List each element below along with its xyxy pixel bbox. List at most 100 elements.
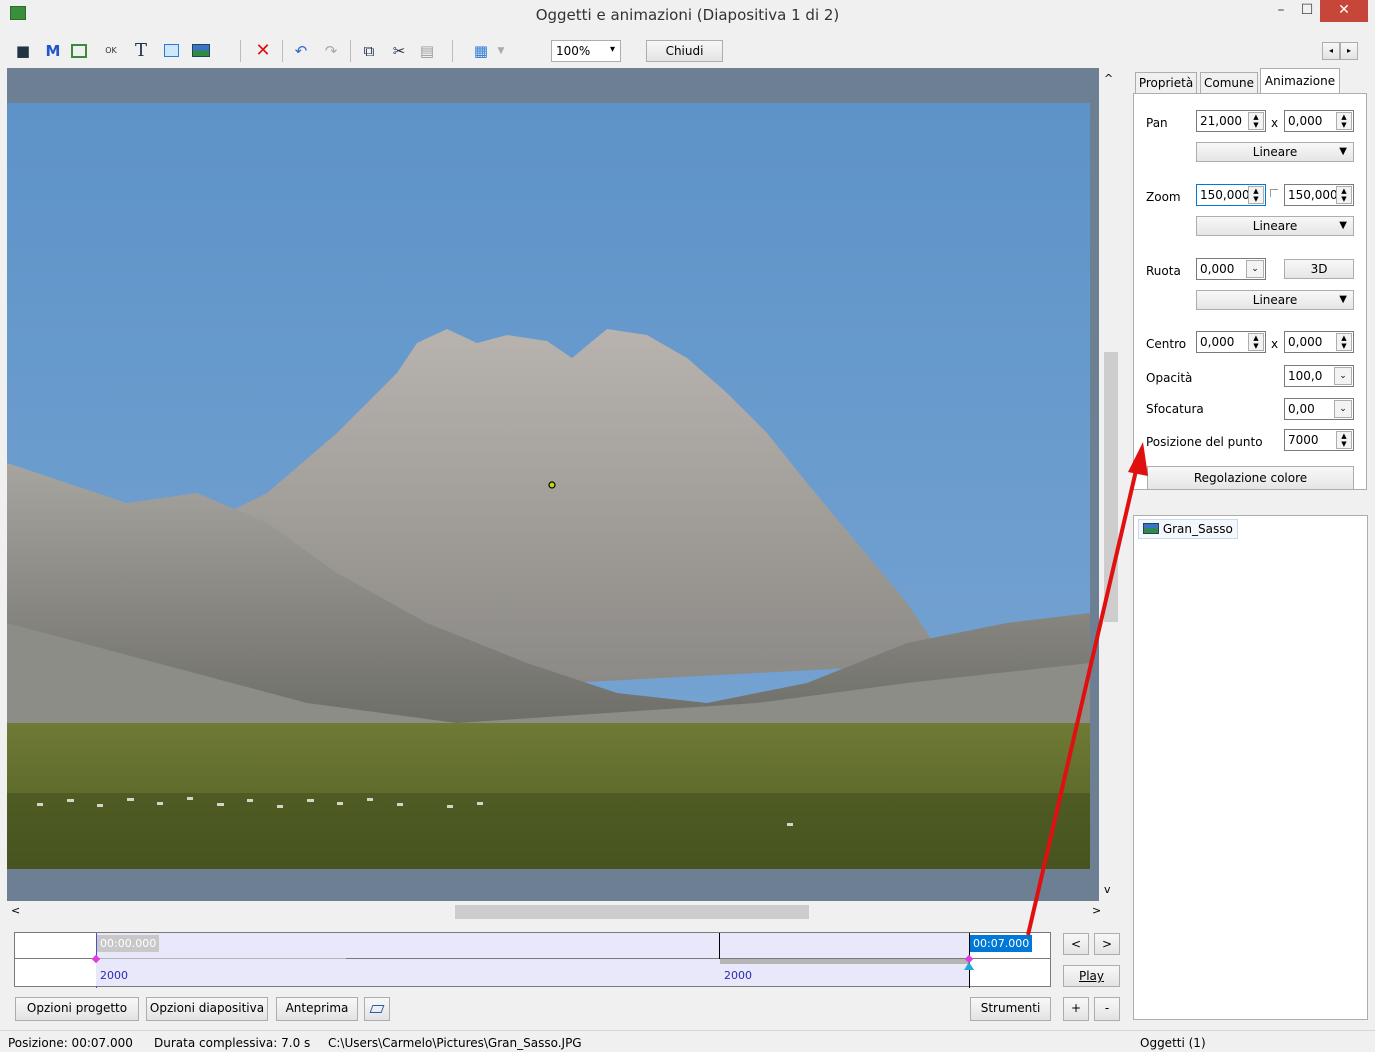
zoom-select[interactable]: 100% ▾ [551, 40, 621, 62]
rotate-3d-button[interactable]: 3D [1284, 259, 1354, 279]
zoom-x-input[interactable]: 150,000 ▲ ▼ [1196, 184, 1266, 206]
image-icon[interactable] [190, 40, 212, 62]
animation-properties-panel: Pan 21,000 ▲ ▼ x 0,000 ▲ ▼ Lineare ▼ Zoom … [1133, 93, 1367, 490]
grid-dropdown-icon[interactable]: ▼ [490, 40, 512, 62]
undo-icon[interactable]: ↶ [290, 40, 312, 62]
opacity-label: Opacità [1146, 371, 1193, 385]
chevron-down-icon: ▼ [1339, 146, 1347, 157]
pan-y-value: 0,000 [1288, 114, 1323, 128]
keypoint-position-input[interactable]: 7000 ▲ ▼ [1284, 429, 1354, 451]
title-bar: Oggetti e animazioni (Diapositiva 1 di 2… [0, 0, 1375, 34]
delete-icon[interactable]: ✕ [252, 40, 274, 62]
copy-icon[interactable]: ⧉ [358, 40, 380, 62]
center-y-value: 0,000 [1288, 335, 1323, 349]
play-button[interactable]: Play [1063, 965, 1120, 987]
chiudi-button[interactable]: Chiudi [646, 40, 723, 62]
timeline[interactable]: 00:00.000 00:07.000 2000 2000 [14, 932, 1051, 988]
chevron-down-icon[interactable]: ⌄ [1246, 260, 1264, 278]
scroll-up-icon[interactable]: ^ [1104, 72, 1113, 85]
window-title: Oggetti e animazioni (Diapositiva 1 di 2… [535, 6, 840, 24]
timeline-band [96, 933, 969, 958]
zoom-y-stepper[interactable]: ▲ ▼ [1336, 186, 1352, 204]
text-icon[interactable]: T [130, 40, 152, 62]
redo-icon[interactable]: ↷ [320, 40, 342, 62]
pan-x-stepper[interactable]: ▲ ▼ [1248, 112, 1264, 130]
tab-proprieta[interactable]: Proprietà [1135, 72, 1197, 94]
toolbar-divider [282, 40, 283, 62]
pan-mode-select[interactable]: Lineare ▼ [1196, 142, 1354, 162]
zoom-y-input[interactable]: 150,000 ▲ ▼ [1284, 184, 1354, 206]
color-adjust-button[interactable]: Regolazione colore [1147, 466, 1354, 490]
zoom-mode-select[interactable]: Lineare ▼ [1196, 216, 1354, 236]
timeline-start-time: 00:00.000 [97, 935, 160, 952]
paste-icon[interactable]: ▤ [416, 40, 438, 62]
annotation-arrow [1026, 442, 1148, 936]
pan-x-input[interactable]: 21,000 ▲ ▼ [1196, 110, 1266, 132]
panel-left-button[interactable]: ◂ [1322, 42, 1340, 60]
timeline-row-keyframes[interactable]: 2000 2000 [15, 954, 1050, 986]
scroll-left-icon[interactable]: < [11, 904, 20, 917]
add-keyframe-button[interactable]: + [1063, 997, 1089, 1021]
keypoint-position-stepper[interactable]: ▲ ▼ [1336, 431, 1352, 449]
minimize-button[interactable]: – [1270, 0, 1292, 22]
tools-button[interactable]: Strumenti [970, 997, 1051, 1021]
rotate-label: Ruota [1146, 264, 1181, 278]
keyframe-duration-mid: 2000 [724, 969, 752, 982]
rotate-mode-select[interactable]: Lineare ▼ [1196, 290, 1354, 310]
zoom-value: 100% [556, 44, 591, 58]
blur-input[interactable]: 0,00 ⌄ [1284, 398, 1354, 420]
project-options-button[interactable]: Opzioni progetto [15, 997, 139, 1021]
pan-mode-value: Lineare [1252, 145, 1298, 159]
timeline-tick [719, 933, 720, 959]
cut-icon[interactable]: ✂ [388, 40, 410, 62]
timeline-progress-bar [720, 959, 969, 964]
zoom-link-icon[interactable] [1270, 189, 1278, 197]
panel-right-button[interactable]: ▸ [1340, 42, 1358, 60]
chevron-down-icon: ▼ [1339, 294, 1347, 305]
frame-icon[interactable] [68, 40, 90, 62]
chevron-down-icon[interactable]: ⌄ [1334, 400, 1352, 418]
button-icon[interactable]: OK [100, 40, 122, 62]
opacity-value: 100,0 [1288, 369, 1323, 383]
camera-icon[interactable]: ■ [12, 40, 34, 62]
opacity-input[interactable]: 100,0 ⌄ [1284, 365, 1354, 387]
toolbar-divider [240, 40, 241, 62]
zoom-mode-value: Lineare [1252, 219, 1298, 233]
center-label: Centro [1146, 337, 1187, 351]
slide-canvas[interactable] [7, 68, 1099, 901]
keypoint-position-value: 7000 [1288, 433, 1319, 447]
pan-y-stepper[interactable]: ▲ ▼ [1336, 112, 1352, 130]
zoom-x-stepper[interactable]: ▲ ▼ [1248, 186, 1264, 204]
mask-icon[interactable]: M [42, 40, 64, 62]
grid-icon[interactable]: ▦ [470, 40, 492, 62]
list-item[interactable]: Gran_Sasso [1138, 519, 1238, 539]
center-x-stepper[interactable]: ▲ ▼ [1248, 333, 1264, 351]
close-window-button[interactable]: ✕ [1320, 0, 1368, 22]
center-y-input[interactable]: 0,000 ▲ ▼ [1284, 331, 1354, 353]
tab-animazione[interactable]: Animazione [1260, 68, 1340, 94]
timeline-row-time[interactable]: 00:00.000 00:07.000 [15, 933, 1050, 988]
tab-comune[interactable]: Comune [1200, 72, 1258, 94]
center-x-input[interactable]: 0,000 ▲ ▼ [1196, 331, 1266, 353]
chevron-down-icon: ▼ [1339, 220, 1347, 231]
preview-button[interactable]: Anteprima [276, 997, 358, 1021]
rectangle-icon[interactable] [160, 40, 182, 62]
horizontal-scroll-thumb[interactable] [455, 905, 809, 919]
slide-options-button[interactable]: Opzioni diapositiva [146, 997, 268, 1021]
pan-label: Pan [1146, 116, 1168, 130]
center-y-stepper[interactable]: ▲ ▼ [1336, 333, 1352, 351]
center-x-value: 0,000 [1200, 335, 1235, 349]
remove-keyframe-button[interactable]: - [1094, 997, 1120, 1021]
pan-x-value: 21,000 [1200, 114, 1242, 128]
gran-sasso-photo[interactable] [7, 103, 1090, 869]
playhead-icon[interactable] [964, 962, 974, 970]
maximize-button[interactable]: ☐ [1296, 0, 1318, 22]
object-list[interactable]: Gran_Sasso [1133, 515, 1368, 1020]
blur-label: Sfocatura [1146, 402, 1204, 416]
horizontal-scrollbar[interactable]: < > [7, 901, 1121, 923]
zoom-y-value: 150,000 [1288, 188, 1338, 202]
rotate-input[interactable]: 0,000 ⌄ [1196, 258, 1266, 280]
chevron-down-icon[interactable]: ⌄ [1334, 367, 1352, 385]
eraser-button[interactable] [364, 997, 390, 1021]
pan-y-input[interactable]: 0,000 ▲ ▼ [1284, 110, 1354, 132]
